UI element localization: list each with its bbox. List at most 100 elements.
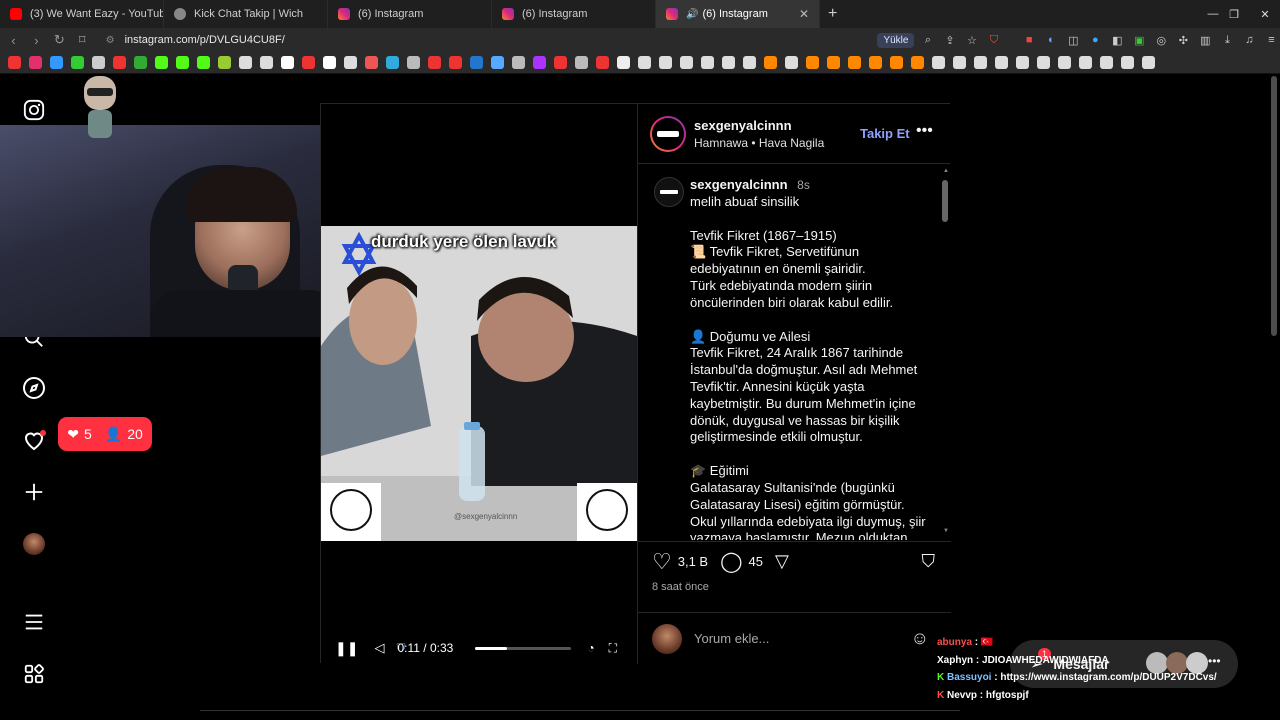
tab-instagram-1[interactable]: (6) Instagram bbox=[328, 0, 492, 28]
bookmark-favicon-icon[interactable] bbox=[617, 56, 630, 69]
share-icon[interactable]: ▽ bbox=[775, 551, 789, 572]
bookmark-favicon-icon[interactable] bbox=[974, 56, 987, 69]
bookmark-favicon-icon[interactable] bbox=[407, 56, 420, 69]
maximize-button[interactable]: ❐ bbox=[1219, 0, 1249, 28]
bookmark-favicon-icon[interactable] bbox=[8, 56, 21, 69]
reload-icon[interactable]: ↻ bbox=[50, 32, 69, 48]
more-options-icon[interactable]: ••• bbox=[916, 122, 933, 140]
bookmark-favicon-icon[interactable] bbox=[890, 56, 903, 69]
bookmark-favicon-icon[interactable] bbox=[470, 56, 483, 69]
video-player[interactable]: durduk yere ölen lavuk @sexgenyalcinnn ❚… bbox=[321, 104, 637, 664]
fullscreen-icon[interactable]: ⛶ bbox=[609, 641, 617, 656]
extension-icon[interactable]: ◧ bbox=[1109, 31, 1126, 49]
bookmark-favicon-icon[interactable] bbox=[722, 56, 735, 69]
bookmark-favicon-icon[interactable] bbox=[911, 56, 924, 69]
bookmark-favicon-icon[interactable] bbox=[554, 56, 567, 69]
bookmark-favicon-icon[interactable] bbox=[386, 56, 399, 69]
close-window-button[interactable]: ✕ bbox=[1250, 0, 1280, 28]
bookmark-favicon-icon[interactable] bbox=[29, 56, 42, 69]
bookmark-favicon-icon[interactable] bbox=[533, 56, 546, 69]
bookmark-favicon-icon[interactable] bbox=[701, 56, 714, 69]
bookmark-icon[interactable]: ⌑ bbox=[73, 32, 92, 48]
bookmark-favicon-icon[interactable] bbox=[512, 56, 525, 69]
bookmark-favicon-icon[interactable] bbox=[134, 56, 147, 69]
audio-track[interactable]: Hamnawa • Hava Nagila bbox=[694, 136, 824, 150]
create-icon[interactable] bbox=[22, 480, 46, 504]
bookmark-favicon-icon[interactable] bbox=[176, 56, 189, 69]
notifications-heart-icon[interactable] bbox=[22, 428, 46, 452]
bookmark-favicon-icon[interactable] bbox=[680, 56, 693, 69]
bookmark-favicon-icon[interactable] bbox=[596, 56, 609, 69]
media-icon[interactable]: ♫ bbox=[1241, 31, 1258, 49]
close-tab-icon[interactable]: ✕ bbox=[799, 7, 809, 21]
zoom-icon[interactable]: ⌕ bbox=[919, 31, 936, 49]
bookmark-favicon-icon[interactable] bbox=[932, 56, 945, 69]
notification-pill[interactable]: ❤ 5 👤 20 bbox=[58, 417, 152, 451]
comment-icon[interactable]: ◯ bbox=[720, 549, 742, 574]
bookmark-favicon-icon[interactable] bbox=[659, 56, 672, 69]
bookmark-favicon-icon[interactable] bbox=[1016, 56, 1029, 69]
share-icon[interactable]: ⇪ bbox=[941, 31, 958, 49]
bookmark-favicon-icon[interactable] bbox=[1037, 56, 1050, 69]
bookmark-favicon-icon[interactable] bbox=[260, 56, 273, 69]
pause-icon[interactable]: ❚❚ bbox=[335, 640, 358, 657]
bookmark-favicon-icon[interactable] bbox=[1079, 56, 1092, 69]
extension-icon[interactable]: ■ bbox=[1021, 31, 1038, 49]
like-icon[interactable]: ♡ bbox=[652, 549, 672, 575]
bookmark-favicon-icon[interactable] bbox=[281, 56, 294, 69]
download-icon[interactable]: ⤓ bbox=[1219, 31, 1236, 49]
instagram-logo-icon[interactable] bbox=[22, 98, 46, 122]
video-progress-bar[interactable] bbox=[475, 646, 572, 650]
bookmark-favicon-icon[interactable] bbox=[155, 56, 168, 69]
extension-icon[interactable]: ◐ bbox=[1043, 31, 1060, 49]
bookmark-favicon-icon[interactable] bbox=[1058, 56, 1071, 69]
emoji-icon[interactable]: ☺ bbox=[911, 628, 929, 649]
bookmark-favicon-icon[interactable] bbox=[1100, 56, 1113, 69]
tab-kick-chat[interactable]: Kick Chat Takip | Wich bbox=[164, 0, 328, 28]
bookmark-favicon-icon[interactable] bbox=[218, 56, 231, 69]
volume-icon[interactable]: ◁ bbox=[374, 640, 384, 656]
author-avatar[interactable] bbox=[650, 116, 686, 152]
explore-icon[interactable] bbox=[22, 376, 46, 400]
caption-author-avatar[interactable] bbox=[654, 177, 684, 207]
bookmark-favicon-icon[interactable] bbox=[491, 56, 504, 69]
bookmark-favicon-icon[interactable] bbox=[92, 56, 105, 69]
bookmark-favicon-icon[interactable] bbox=[743, 56, 756, 69]
brave-shield-icon[interactable]: ⛉ bbox=[986, 31, 1003, 49]
bookmark-favicon-icon[interactable] bbox=[575, 56, 588, 69]
bookmark-favicon-icon[interactable] bbox=[995, 56, 1008, 69]
more-apps-icon[interactable] bbox=[22, 662, 46, 686]
sidebar-toggle-icon[interactable]: ▥ bbox=[1197, 31, 1214, 49]
profile-avatar[interactable] bbox=[22, 532, 46, 556]
extension-icon[interactable]: ◎ bbox=[1153, 31, 1170, 49]
author-username[interactable]: sexgenyalcinnn bbox=[694, 118, 824, 133]
bookmark-favicon-icon[interactable] bbox=[239, 56, 252, 69]
follow-button[interactable]: Takip Et bbox=[860, 126, 910, 141]
caption-username[interactable]: sexgenyalcinnn bbox=[690, 177, 788, 192]
bookmark-favicon-icon[interactable] bbox=[323, 56, 336, 69]
comment-input[interactable]: Yorum ekle... bbox=[694, 631, 769, 646]
puzzle-icon[interactable]: ✣ bbox=[1175, 31, 1192, 49]
menu-icon[interactable] bbox=[22, 610, 46, 634]
bookmark-favicon-icon[interactable] bbox=[449, 56, 462, 69]
tab-instagram-active[interactable]: 🔊 (6) Instagram ✕ bbox=[656, 0, 820, 28]
bookmark-favicon-icon[interactable] bbox=[638, 56, 651, 69]
install-button[interactable]: Yükle bbox=[877, 32, 915, 48]
address-bar[interactable]: ⚙ instagram.com/p/DVLGU4CU8F/ bbox=[100, 30, 872, 50]
extension-icon[interactable]: ▣ bbox=[1131, 31, 1148, 49]
bookmark-favicon-icon[interactable] bbox=[869, 56, 882, 69]
bookmark-favicon-icon[interactable] bbox=[848, 56, 861, 69]
extension-icon[interactable]: ◫ bbox=[1065, 31, 1082, 49]
site-info-icon[interactable]: ⚙ bbox=[106, 35, 115, 46]
bookmark-favicon-icon[interactable] bbox=[302, 56, 315, 69]
bookmark-favicon-icon[interactable] bbox=[1121, 56, 1134, 69]
bookmark-favicon-icon[interactable] bbox=[71, 56, 84, 69]
bookmark-favicon-icon[interactable] bbox=[1142, 56, 1155, 69]
menu-icon[interactable]: ≡ bbox=[1263, 31, 1280, 49]
bookmark-favicon-icon[interactable] bbox=[785, 56, 798, 69]
save-icon[interactable]: ⛉ bbox=[922, 551, 936, 572]
tab-instagram-2[interactable]: (6) Instagram bbox=[492, 0, 656, 28]
extension-icon[interactable]: ● bbox=[1087, 31, 1104, 49]
bookmark-favicon-icon[interactable] bbox=[806, 56, 819, 69]
forward-icon[interactable]: › bbox=[27, 33, 46, 48]
